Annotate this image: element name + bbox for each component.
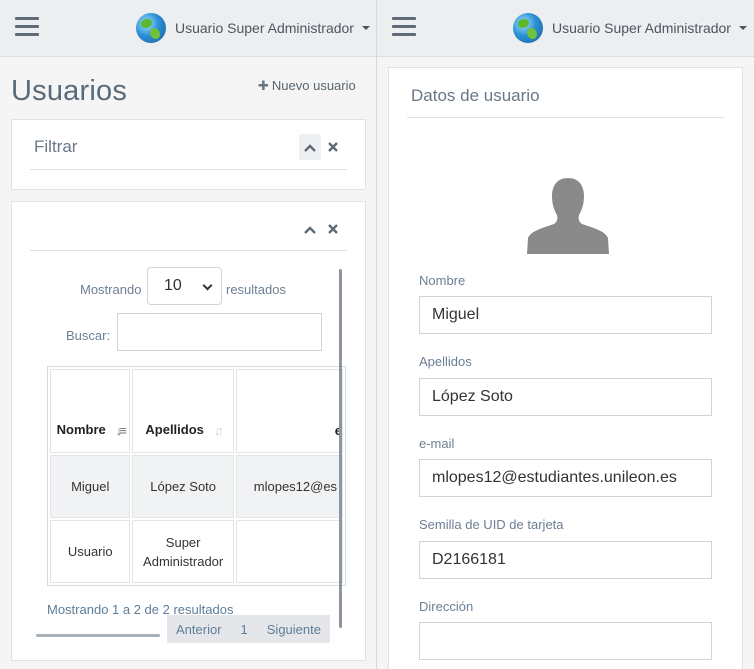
- table-row[interactable]: Usuario Super Administrador: [50, 520, 343, 583]
- length-suffix: resultados: [226, 282, 286, 297]
- caret-down-icon: [738, 26, 747, 30]
- users-table-box: Mostrando 10 resultados Buscar: Nombre ↓≡…: [11, 201, 366, 661]
- nombre-label: Nombre: [419, 273, 466, 288]
- vertical-scrollbar[interactable]: [339, 269, 342, 628]
- user-name: Usuario Super Administrador: [175, 20, 354, 36]
- filter-box: Filtrar: [11, 119, 366, 190]
- chevron-up-icon[interactable]: [299, 134, 321, 160]
- page-length-select[interactable]: 10: [147, 267, 222, 305]
- plus-icon: ✚: [258, 78, 269, 93]
- page-title: Usuarios: [11, 75, 128, 107]
- hamburger-icon[interactable]: [392, 17, 416, 37]
- length-prefix: Mostrando: [80, 282, 142, 297]
- chevron-up-icon[interactable]: [299, 216, 321, 242]
- cell-email: mlopes12@es: [235, 455, 343, 518]
- top-navbar: Usuario Super Administrador: [377, 0, 754, 57]
- user-silhouette-icon: [527, 178, 609, 254]
- next-page-button[interactable]: Siguiente: [267, 622, 321, 637]
- cell-nombre: Miguel: [50, 455, 131, 518]
- close-icon[interactable]: [322, 134, 344, 160]
- cell-email: [235, 520, 343, 583]
- new-user-link[interactable]: ✚ Nuevo usuario: [258, 78, 356, 94]
- divider: [30, 169, 347, 170]
- apellidos-label: Apellidos: [419, 354, 472, 369]
- email-field[interactable]: mlopes12@estudiantes.unileon.es: [419, 459, 712, 497]
- user-data-title: Datos de usuario: [411, 86, 540, 105]
- top-navbar: Usuario Super Administrador: [0, 0, 376, 57]
- table-scroll-area[interactable]: Mostrando 10 resultados Buscar: Nombre ↓≡…: [30, 267, 346, 637]
- caret-down-icon: [361, 26, 370, 30]
- user-name: Usuario Super Administrador: [552, 20, 731, 36]
- user-menu[interactable]: Usuario Super Administrador: [136, 13, 370, 43]
- users-table: Nombre↓≡ Apellidos↓↑ e Miguel López Soto…: [47, 366, 346, 586]
- cell-nombre: Usuario: [50, 520, 131, 583]
- page-1-button[interactable]: 1: [241, 622, 248, 637]
- table-row[interactable]: Miguel López Soto mlopes12@es: [50, 455, 343, 518]
- filter-title: Filtrar: [34, 137, 78, 156]
- close-icon[interactable]: [322, 216, 344, 242]
- direccion-label: Dirección: [419, 599, 474, 614]
- direccion-field[interactable]: [419, 622, 712, 660]
- new-user-label: Nuevo usuario: [271, 78, 356, 93]
- globe-icon: [136, 13, 166, 43]
- uid-label: Semilla de UID de tarjeta: [419, 517, 564, 532]
- email-label: e-mail: [419, 436, 455, 451]
- globe-icon: [513, 13, 543, 43]
- user-menu[interactable]: Usuario Super Administrador: [513, 13, 747, 43]
- horizontal-scrollbar[interactable]: [36, 634, 160, 637]
- users-list-pane: Usuario Super Administrador Usuarios ✚ Nu…: [0, 0, 376, 669]
- column-header-email[interactable]: e: [235, 369, 343, 453]
- column-header-apellidos[interactable]: Apellidos ↓↑: [132, 369, 234, 453]
- prev-page-button[interactable]: Anterior: [176, 622, 222, 637]
- nombre-field[interactable]: Miguel: [419, 296, 712, 334]
- column-header-nombre[interactable]: Nombre ↓≡: [50, 369, 131, 453]
- divider: [30, 250, 347, 251]
- cell-apellidos: López Soto: [132, 455, 234, 518]
- sort-icon: ↓↑: [213, 423, 224, 438]
- cell-apellidos: Super Administrador: [132, 520, 234, 583]
- page-length-value: 10: [164, 277, 182, 294]
- pagination: Anterior 1 Siguiente: [167, 615, 330, 643]
- user-data-box: Datos de usuario Nombre Miguel Apellidos…: [388, 67, 743, 669]
- divider: [407, 117, 724, 118]
- chevron-down-icon: [202, 280, 213, 291]
- apellidos-field[interactable]: López Soto: [419, 378, 712, 416]
- search-label: Buscar:: [66, 328, 111, 343]
- user-detail-pane: Usuario Super Administrador Datos de usu…: [377, 0, 754, 669]
- hamburger-icon[interactable]: [15, 17, 39, 37]
- sort-asc-icon: ↓≡: [115, 423, 127, 438]
- uid-field[interactable]: D2166181: [419, 541, 712, 579]
- search-input[interactable]: [117, 313, 322, 351]
